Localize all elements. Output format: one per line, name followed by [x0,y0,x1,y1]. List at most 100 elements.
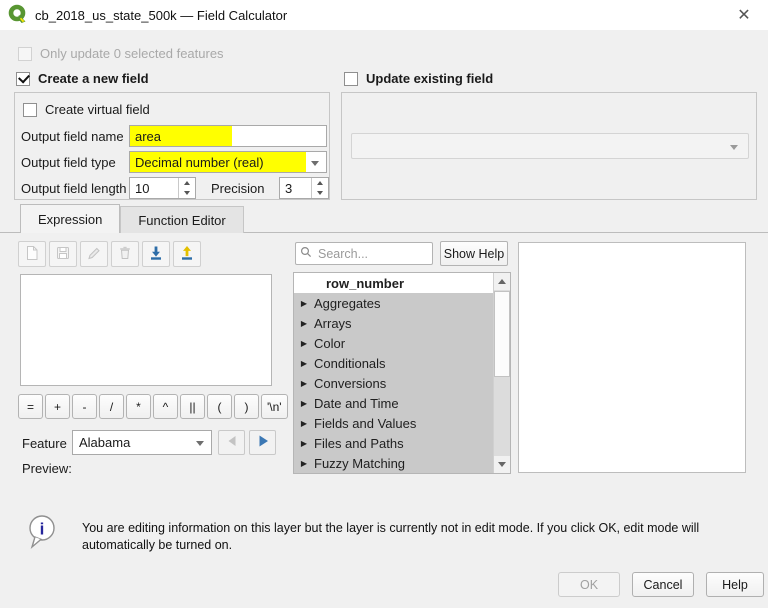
operator-multiply-button[interactable]: * [126,394,151,419]
create-new-field-checkbox[interactable] [16,71,30,86]
only-update-selected-checkbox-row: Only update 0 selected features [18,46,224,61]
preview-label: Preview: [22,461,72,476]
expander-icon[interactable]: ▶ [294,359,314,368]
feature-combobox[interactable]: Alabama [72,430,212,455]
save-expression-button [49,241,77,267]
edit-expression-button [80,241,108,267]
title-bar: cb_2018_us_state_500k — Field Calculator… [0,0,768,30]
operator-power-button[interactable]: ^ [153,394,178,419]
precision-spin-down-icon[interactable] [312,188,328,198]
import-arrow-icon [148,245,164,264]
save-icon [55,245,71,264]
expander-icon[interactable]: ▶ [294,319,314,328]
operator-concat-button[interactable]: || [180,394,205,419]
chevron-down-icon [196,441,204,446]
function-group-fuzzy-matching[interactable]: ▶ Fuzzy Matching [294,453,493,473]
function-group-conditionals[interactable]: ▶ Conditionals [294,353,493,373]
function-help-panel [518,242,746,473]
operator-newline-button[interactable]: '\n' [261,394,288,419]
expander-icon[interactable]: ▶ [294,419,314,428]
close-icon[interactable]: ✕ [730,3,758,27]
update-existing-field-checkbox[interactable] [344,71,358,86]
arrow-left-icon [225,434,239,451]
ok-button: OK [558,572,620,597]
expander-icon[interactable]: ▶ [294,339,314,348]
export-expression-button[interactable] [173,241,201,267]
function-item-row-number[interactable]: row_number [294,273,493,293]
feature-label: Feature [22,436,67,451]
operator-open-paren-button[interactable]: ( [207,394,232,419]
expander-icon[interactable]: ▶ [294,399,314,408]
import-expression-button[interactable] [142,241,170,267]
tab-function-editor[interactable]: Function Editor [120,206,244,233]
create-virtual-field-checkbox-row[interactable]: Create virtual field [23,102,150,117]
operator-minus-button[interactable]: - [72,394,97,419]
function-list-scrollbar[interactable] [493,273,510,473]
show-help-button[interactable]: Show Help [440,241,508,266]
new-file-icon [24,245,40,264]
delete-expression-button [111,241,139,267]
output-field-length-label: Output field length [21,181,127,196]
only-update-label: Only update 0 selected features [40,46,224,61]
function-group-date-and-time[interactable]: ▶ Date and Time [294,393,493,413]
expander-icon[interactable]: ▶ [294,379,314,388]
search-icon [300,246,312,261]
operator-close-paren-button[interactable]: ) [234,394,259,419]
precision-value: 3 [285,180,293,196]
create-new-field-label: Create a new field [38,71,149,86]
next-feature-button[interactable] [249,430,276,455]
cancel-button[interactable]: Cancel [632,572,694,597]
search-input[interactable] [316,245,416,262]
output-field-name-input[interactable]: area [129,125,327,147]
output-field-length-stepper[interactable]: 10 [129,177,196,199]
update-existing-groupbox [341,92,757,200]
function-list: row_number ▶ Aggregates ▶ Arrays ▶ Color ▶ C… [293,272,511,474]
function-group-files-and-paths[interactable]: ▶ Files and Paths [294,433,493,453]
function-search-box[interactable] [295,242,433,265]
precision-spin-up-icon[interactable] [312,178,328,188]
operator-divide-button[interactable]: / [99,394,124,419]
output-field-type-combobox[interactable]: Decimal number (real) [129,151,327,173]
expander-icon[interactable]: ▶ [294,459,314,468]
arrow-right-icon [256,434,270,451]
function-group-aggregates[interactable]: ▶ Aggregates [294,293,493,313]
function-group-conversions[interactable]: ▶ Conversions [294,373,493,393]
expression-editor[interactable] [20,274,272,386]
function-group-fields-and-values[interactable]: ▶ Fields and Values [294,413,493,433]
expander-icon[interactable]: ▶ [294,299,314,308]
pencil-icon [86,245,102,264]
scroll-up-icon[interactable] [494,273,510,290]
previous-feature-button [218,430,245,455]
create-virtual-field-checkbox[interactable] [23,102,37,117]
operator-plus-button[interactable]: + [45,394,70,419]
output-field-type-value: Decimal number (real) [130,152,306,172]
existing-field-combobox [351,133,749,159]
length-spin-down-icon[interactable] [179,188,195,198]
output-field-type-label: Output field type [21,155,116,170]
function-group-color[interactable]: ▶ Color [294,333,493,353]
function-group-arrays[interactable]: ▶ Arrays [294,313,493,333]
tab-expression[interactable]: Expression [20,204,121,233]
new-expression-button [18,241,46,267]
expression-toolbar [18,241,201,267]
precision-label: Precision [211,181,265,196]
update-existing-field-checkbox-row[interactable]: Update existing field [344,71,493,86]
precision-stepper[interactable]: 3 [279,177,329,199]
length-spin-up-icon[interactable] [179,178,195,188]
feature-value: Alabama [79,435,131,450]
tab-bar: Expression Function Editor [20,204,244,233]
new-field-groupbox: Create virtual field Output field name a… [14,92,330,200]
edit-mode-notice: You are editing information on this laye… [82,521,700,552]
create-new-field-checkbox-row[interactable]: Create a new field [16,71,149,86]
scroll-down-icon[interactable] [494,456,510,473]
qgis-logo-icon [8,4,28,27]
scrollbar-thumb[interactable] [494,291,510,377]
update-existing-field-label: Update existing field [366,71,494,86]
help-button[interactable]: Help [706,572,764,597]
info-icon: i [26,514,58,555]
expander-icon[interactable]: ▶ [294,439,314,448]
operator-equals-button[interactable]: = [18,394,43,419]
only-update-checkbox [18,46,32,61]
trash-icon [117,245,133,264]
output-field-name-value: area [130,126,232,146]
